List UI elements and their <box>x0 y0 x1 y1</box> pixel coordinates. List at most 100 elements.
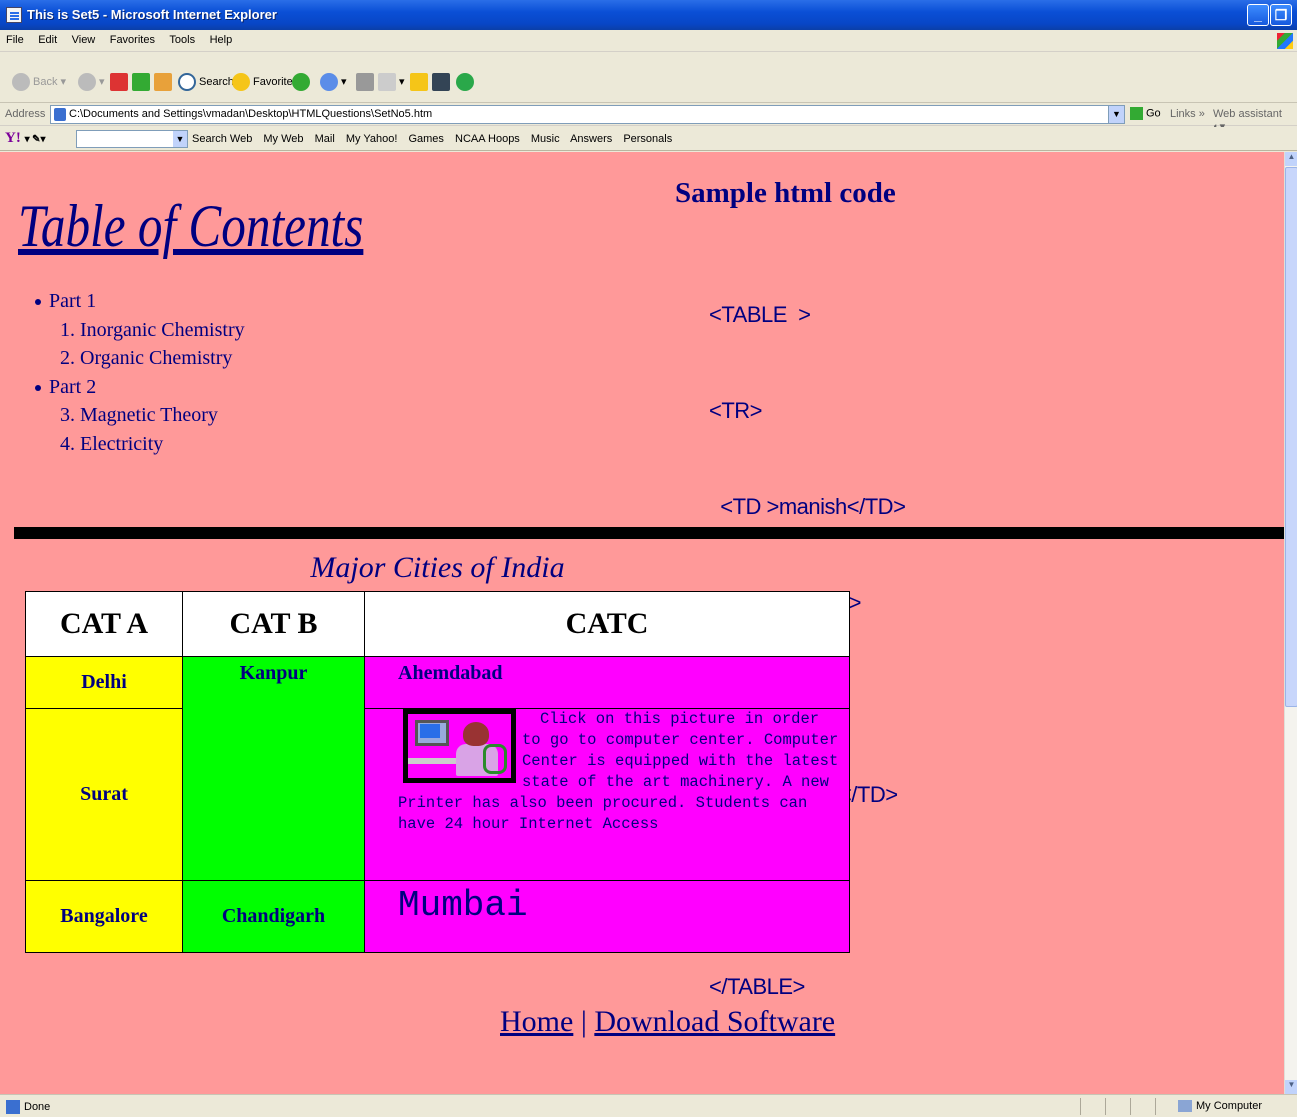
favorites-star-icon <box>232 73 250 91</box>
back-arrow-icon <box>12 73 30 91</box>
toc-part-2: Part 2 <box>35 373 245 402</box>
links-label: Links <box>1170 108 1196 120</box>
code-line: <TD >manish</TD> <box>709 494 906 519</box>
person-head-shape <box>463 722 489 746</box>
menu-edit[interactable]: Edit <box>32 30 61 46</box>
yahoo-answers[interactable]: Answers <box>570 133 612 145</box>
page-icon <box>54 108 66 121</box>
yahoo-search-dropdown[interactable]: ▼ <box>173 131 187 147</box>
footer-links: Home | Download Software <box>500 1005 835 1039</box>
cell-surat: Surat <box>25 708 183 881</box>
mail-button[interactable]: ▾ <box>320 73 347 91</box>
restore-button[interactable]: ❐ <box>1270 4 1292 26</box>
yahoo-logo-icon[interactable]: Y! ▾ ✎▾ <box>5 130 46 147</box>
header-cat-b: CAT B <box>182 591 365 657</box>
yahoo-search-web[interactable]: Search Web <box>192 133 252 145</box>
minimize-button[interactable]: _ <box>1247 4 1269 26</box>
yahoo-ncaa-hoops[interactable]: NCAA Hoops <box>455 133 520 145</box>
go-button[interactable]: Go <box>1130 107 1161 120</box>
toc-title: Table of Contents <box>18 193 364 259</box>
home-button[interactable] <box>154 73 175 91</box>
vertical-scrollbar[interactable]: ▲ ▼ <box>1284 152 1297 1094</box>
stop-button[interactable] <box>110 73 131 91</box>
history-icon <box>292 73 310 91</box>
research-button[interactable] <box>432 73 453 91</box>
yahoo-search-input[interactable]: ▼ <box>76 130 188 148</box>
print-button[interactable] <box>356 73 377 91</box>
cities-table: CAT A CAT B CATC Delhi Kanpur Ahemdabad … <box>25 591 850 953</box>
home-icon <box>154 73 172 91</box>
status-divider <box>1105 1098 1106 1115</box>
chair-shape <box>483 744 507 774</box>
download-software-link[interactable]: Download Software <box>594 1005 835 1038</box>
back-button[interactable]: Back ▾ <box>12 73 66 91</box>
status-done: Done <box>6 1100 50 1114</box>
toc-item-electricity: 4. Electricity <box>60 432 164 455</box>
edit-button[interactable]: ▾ <box>378 73 405 91</box>
search-icon <box>178 73 196 91</box>
horizontal-rule <box>14 527 1284 539</box>
status-divider <box>1080 1098 1081 1115</box>
zone-label: My Computer <box>1196 1100 1263 1112</box>
cell-bangalore: Bangalore <box>25 880 183 953</box>
research-icon <box>432 73 450 91</box>
print-icon <box>356 73 374 91</box>
scroll-down-button[interactable]: ▼ <box>1285 1080 1297 1094</box>
address-dropdown-button[interactable]: ▼ <box>1108 106 1124 123</box>
toc-item-magnetic: 3. Magnetic Theory <box>60 404 218 426</box>
yahoo-music[interactable]: Music <box>531 133 560 145</box>
links-button[interactable]: Links » <box>1170 108 1205 120</box>
yahoo-personals[interactable]: Personals <box>623 133 672 145</box>
status-divider <box>1155 1098 1156 1115</box>
windows-logo-icon <box>1277 33 1293 49</box>
yahoo-games[interactable]: Games <box>408 133 443 145</box>
table-row: Delhi Kanpur Ahemdabad <box>25 656 850 881</box>
table-header-row: CAT A CAT B CATC <box>25 591 850 657</box>
yahoo-items: Search Web My Web Mail My Yahoo! Games N… <box>192 133 680 145</box>
table-caption: Major Cities of India <box>310 551 565 584</box>
favorites-button[interactable]: Favorites <box>232 73 298 91</box>
menu-view[interactable]: View <box>66 30 100 46</box>
menu-help[interactable]: Help <box>204 30 237 46</box>
menu-file[interactable]: File <box>0 30 28 46</box>
status-text: Done <box>24 1100 51 1113</box>
window-title: This is Set5 - Microsoft Internet Explor… <box>27 7 277 22</box>
menu-favorites[interactable]: Favorites <box>104 30 159 46</box>
refresh-button[interactable] <box>132 73 153 91</box>
search-button[interactable]: Search <box>178 73 234 91</box>
screen-shape <box>420 724 440 738</box>
status-bar: Done My Computer <box>0 1094 1297 1117</box>
table-row: Bangalore Chandigarh Mumbai <box>25 880 850 953</box>
toc-item-inorganic: 1. Inorganic Chemistry <box>60 318 245 341</box>
address-input[interactable]: C:\Documents and Settings\vmadan\Desktop… <box>50 105 1125 124</box>
address-bar: Address C:\Documents and Settings\vmadan… <box>0 104 1297 133</box>
home-link[interactable]: Home <box>500 1005 573 1038</box>
history-button[interactable] <box>292 73 313 91</box>
yahoo-mail[interactable]: Mail <box>315 133 335 145</box>
forward-button[interactable]: ▾ <box>78 73 105 91</box>
header-cat-a: CAT A <box>25 591 183 657</box>
go-label: Go <box>1146 107 1161 120</box>
cell-chandigarh: Chandigarh <box>182 880 365 953</box>
cell-computer-center: Click on this picture in order to go to … <box>364 708 850 881</box>
menu-tools[interactable]: Tools <box>163 30 199 46</box>
yahoo-my-web[interactable]: My Web <box>263 133 303 145</box>
stop-icon <box>110 73 128 91</box>
messenger-button[interactable] <box>456 73 477 91</box>
discuss-button[interactable] <box>410 73 431 91</box>
yahoo-my-yahoo[interactable]: My Yahoo! <box>346 133 398 145</box>
mail-icon <box>320 73 338 91</box>
computer-center-image[interactable] <box>403 709 516 783</box>
address-label: Address <box>5 108 46 120</box>
toc-part-1: Part 1 <box>35 287 245 316</box>
cell-delhi: Delhi <box>25 656 183 709</box>
scroll-up-button[interactable]: ▲ <box>1285 152 1297 166</box>
cell-ahemdabad: Ahemdabad <box>364 656 850 709</box>
scroll-thumb[interactable] <box>1285 167 1297 707</box>
ie-page-icon <box>6 7 22 23</box>
discuss-icon <box>410 73 428 91</box>
toc-item-organic: 2. Organic Chemistry <box>60 347 233 369</box>
page-viewport: Table of Contents Part 1 1. Inorganic Ch… <box>0 152 1284 1094</box>
toc-list: Part 1 1. Inorganic Chemistry 2. Organic… <box>35 287 245 458</box>
web-assistant-label: Web assistant <box>1213 108 1282 120</box>
